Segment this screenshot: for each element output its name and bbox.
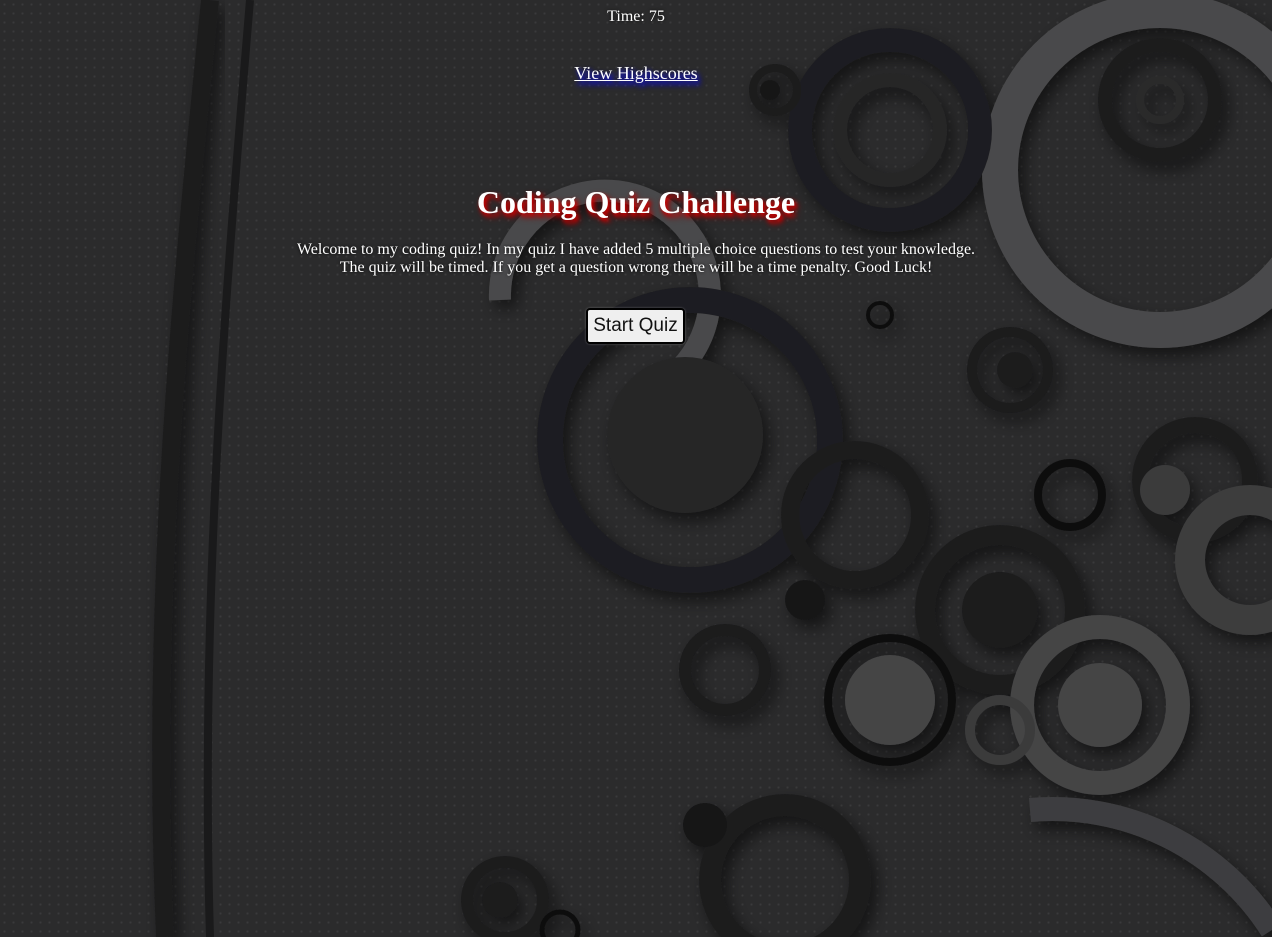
timer-value: 75 (648, 8, 665, 25)
intro-text: Welcome to my coding quiz! In my quiz I … (0, 241, 1272, 277)
view-highscores-link[interactable]: View Highscores (574, 63, 697, 83)
page-content: Time: 75 View Highscores Coding Quiz Cha… (0, 0, 1272, 937)
timer-label: Time: (607, 8, 645, 25)
highscores-link-container: View Highscores (0, 62, 1272, 84)
page-title: Coding Quiz Challenge (476, 184, 796, 220)
intro-line-2: The quiz will be timed. If you get a que… (339, 259, 933, 276)
start-quiz-button[interactable]: Start Quiz (586, 308, 685, 344)
timer: Time: 75 (0, 7, 1272, 26)
intro-line-1: Welcome to my coding quiz! In my quiz I … (296, 241, 976, 258)
